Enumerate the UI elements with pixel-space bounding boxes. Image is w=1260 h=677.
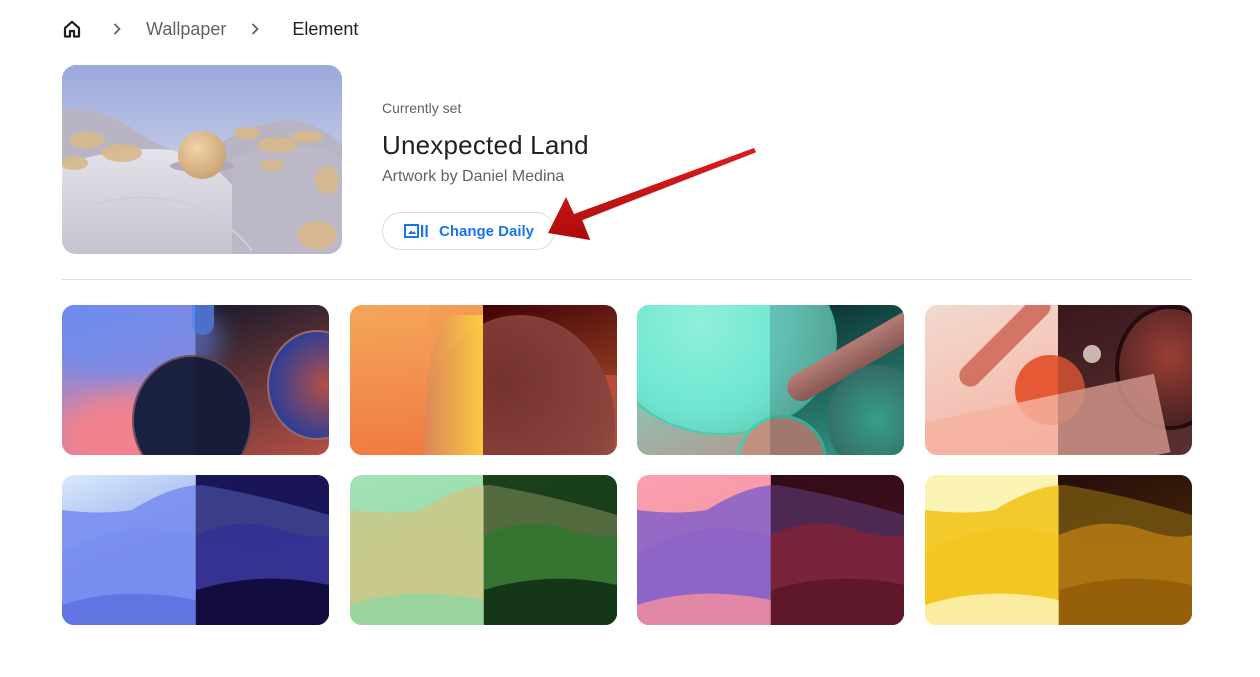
current-wallpaper-info: Currently set Unexpected Land Artwork by… [382,98,589,188]
element-wallpaper-1[interactable] [62,305,329,455]
current-wallpaper-preview [62,65,342,254]
element-wallpaper-2[interactable] [349,305,617,455]
section-divider [62,279,1192,280]
breadcrumb-wallpaper-link[interactable]: Wallpaper [146,19,226,40]
element-wallpaper-8[interactable] [924,475,1192,625]
element-wallpaper-3[interactable] [637,305,904,455]
element-wallpaper-7[interactable] [637,475,904,625]
element-wallpaper-5[interactable] [62,475,329,625]
wallpaper-author: Artwork by Daniel Medina [382,168,565,185]
chevron-right-icon [247,21,263,37]
change-daily-icon [404,223,430,239]
breadcrumb: Wallpaper Element [62,16,358,42]
chevron-right-icon [109,21,125,37]
change-daily-label: Change Daily [439,222,535,240]
breadcrumb-current: Element [292,18,359,39]
currently-set-label: Currently set [382,100,462,116]
wallpaper-title: Unexpected Land [382,130,589,160]
unexpected-land-image [62,65,342,254]
element-wallpaper-6[interactable] [349,475,617,625]
wallpaper-grid [62,305,1192,625]
change-daily-button[interactable]: Change Daily [382,212,555,250]
element-wallpaper-4[interactable] [924,305,1192,455]
home-icon[interactable] [62,19,82,39]
